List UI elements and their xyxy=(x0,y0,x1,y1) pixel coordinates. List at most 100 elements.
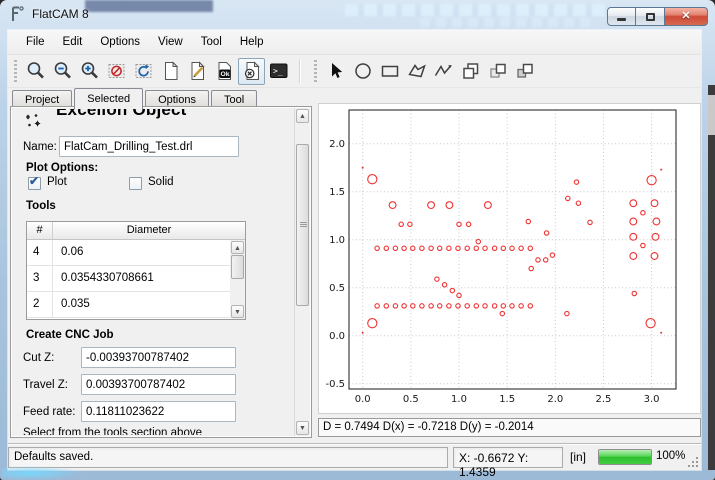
replot-button[interactable] xyxy=(130,58,157,85)
command-line-button[interactable]: >_ xyxy=(265,58,292,85)
toolbar: Ok >_ xyxy=(8,55,701,88)
drill-hole-marker xyxy=(483,304,487,308)
drill-hole-marker xyxy=(429,246,433,250)
zoom-in-button[interactable] xyxy=(76,58,103,85)
drill-hole-marker xyxy=(660,169,662,171)
drill-hole-marker xyxy=(442,283,446,287)
object-type-title: Excellon Object xyxy=(56,109,271,120)
scroll-down-arrow-icon[interactable]: ▼ xyxy=(296,421,309,435)
feed-rate-input[interactable] xyxy=(81,401,236,422)
toolbar-drag-handle[interactable] xyxy=(14,60,17,82)
scroll-up-arrow-icon[interactable]: ▲ xyxy=(296,109,309,123)
solid-checkbox-label[interactable]: Solid xyxy=(148,176,174,188)
svg-text:1.5: 1.5 xyxy=(329,187,345,198)
drill-hole-marker xyxy=(501,304,505,308)
cut-z-input[interactable] xyxy=(81,347,236,368)
travel-z-input[interactable] xyxy=(81,374,236,395)
menu-file[interactable]: File xyxy=(17,32,54,52)
tool-diameter-cell[interactable]: 0.0354330708661 xyxy=(53,266,230,291)
drill-hole-marker xyxy=(588,220,592,224)
new-document-button[interactable] xyxy=(157,58,184,85)
draw-polygon-button[interactable] xyxy=(403,58,430,85)
plot-canvas[interactable]: 0.00.51.01.52.02.53.0-0.50.00.51.01.52.0 xyxy=(318,103,701,414)
drill-hole-marker xyxy=(466,222,470,226)
copy-geometry-button[interactable] xyxy=(484,58,511,85)
tool-diameter-header[interactable]: Diameter xyxy=(53,222,245,239)
tool-number-header[interactable]: # xyxy=(27,222,53,239)
draw-circle-button[interactable] xyxy=(349,58,376,85)
tools-heading: Tools xyxy=(26,200,56,212)
close-button[interactable]: ✕ xyxy=(665,7,708,26)
window-border-glow xyxy=(2,466,82,480)
tool-number-cell[interactable]: 4 xyxy=(27,240,53,265)
table-scrollbar[interactable]: ▲ ▼ xyxy=(230,240,245,319)
drill-hole-marker xyxy=(411,304,415,308)
drill-hole-marker xyxy=(501,246,505,250)
drill-hole-marker xyxy=(651,200,658,207)
table-scrollbar-thumb[interactable] xyxy=(231,255,244,279)
tool-diameter-cell[interactable]: 0.035 xyxy=(53,292,230,317)
svg-text:0.0: 0.0 xyxy=(355,394,371,405)
move-geometry-button[interactable] xyxy=(511,58,538,85)
titlebar[interactable]: FlatCAM 8 ✕ xyxy=(0,0,715,30)
table-row[interactable]: 4 0.06 xyxy=(27,240,230,266)
scroll-up-arrow-icon[interactable]: ▲ xyxy=(231,241,244,254)
drill-hole-marker xyxy=(393,304,397,308)
replot-icon xyxy=(133,60,155,82)
drill-hole-marker xyxy=(476,239,480,243)
select-pointer-button[interactable] xyxy=(322,58,349,85)
table-row[interactable]: 3 0.0354330708661 xyxy=(27,266,230,292)
copy-objects-button[interactable] xyxy=(457,58,484,85)
desktop-visible-strip xyxy=(708,85,715,470)
ok-document-button[interactable]: Ok xyxy=(211,58,238,85)
background-window-bleed-text xyxy=(420,18,590,27)
drill-hole-marker xyxy=(492,304,496,308)
select-pointer-icon xyxy=(325,60,347,82)
menu-help[interactable]: Help xyxy=(231,32,273,52)
panel-scrollbar[interactable]: ▲ ▼ xyxy=(294,108,310,436)
plot-checkbox-label[interactable]: Plot xyxy=(47,176,67,188)
menu-view[interactable]: View xyxy=(149,32,192,52)
table-row[interactable]: 2 0.035 xyxy=(27,292,230,318)
draw-polyline-button[interactable] xyxy=(430,58,457,85)
panel-scrollbar-thumb[interactable] xyxy=(296,144,309,306)
toolbar-drag-handle[interactable] xyxy=(314,60,317,82)
client-area: File Edit Options View Tool Help xyxy=(8,30,701,470)
menu-options[interactable]: Options xyxy=(91,32,149,52)
edit-document-button[interactable] xyxy=(184,58,211,85)
draw-circle-icon xyxy=(352,60,374,82)
desktop-background: FlatCAM 8 ✕ File Edit Options View Tool … xyxy=(0,0,715,480)
tool-number-cell[interactable]: 2 xyxy=(27,292,53,317)
drill-hole-marker xyxy=(420,246,424,250)
cancel-document-icon xyxy=(241,60,263,82)
drill-hole-marker xyxy=(393,246,397,250)
solid-checkbox[interactable] xyxy=(129,177,142,190)
svg-text:0.5: 0.5 xyxy=(329,283,345,294)
resize-grip[interactable] xyxy=(687,456,699,468)
object-name-input[interactable] xyxy=(59,136,239,157)
drill-hole-marker xyxy=(641,211,645,215)
svg-text:3.0: 3.0 xyxy=(644,394,660,405)
menu-tool[interactable]: Tool xyxy=(192,32,231,52)
draw-rectangle-button[interactable] xyxy=(376,58,403,85)
create-cnc-job-heading: Create CNC Job xyxy=(26,329,114,341)
zoom-fit-button[interactable] xyxy=(22,58,49,85)
plot-checkbox[interactable]: ✔ xyxy=(28,177,41,190)
cancel-document-button[interactable] xyxy=(238,58,265,85)
scroll-down-arrow-icon[interactable]: ▼ xyxy=(231,305,244,318)
tools-table-body: 4 0.06 3 0.0354330708661 2 0.035 xyxy=(27,240,230,319)
tool-number-cell[interactable]: 3 xyxy=(27,266,53,291)
drill-hole-marker xyxy=(544,231,548,235)
zoom-out-button[interactable] xyxy=(49,58,76,85)
menu-edit[interactable]: Edit xyxy=(54,32,92,52)
drill-hole-marker xyxy=(446,202,453,209)
tool-diameter-cell[interactable]: 0.06 xyxy=(53,240,230,265)
tab-selected[interactable]: Selected xyxy=(74,88,143,109)
maximize-button[interactable] xyxy=(636,7,665,26)
drill-hole-marker xyxy=(510,304,514,308)
minimize-button[interactable] xyxy=(607,7,636,26)
travel-z-label: Travel Z: xyxy=(23,379,68,391)
background-window-bleed-text xyxy=(345,4,607,16)
clear-plot-button[interactable] xyxy=(103,58,130,85)
flatcam-logo-icon xyxy=(10,6,27,23)
